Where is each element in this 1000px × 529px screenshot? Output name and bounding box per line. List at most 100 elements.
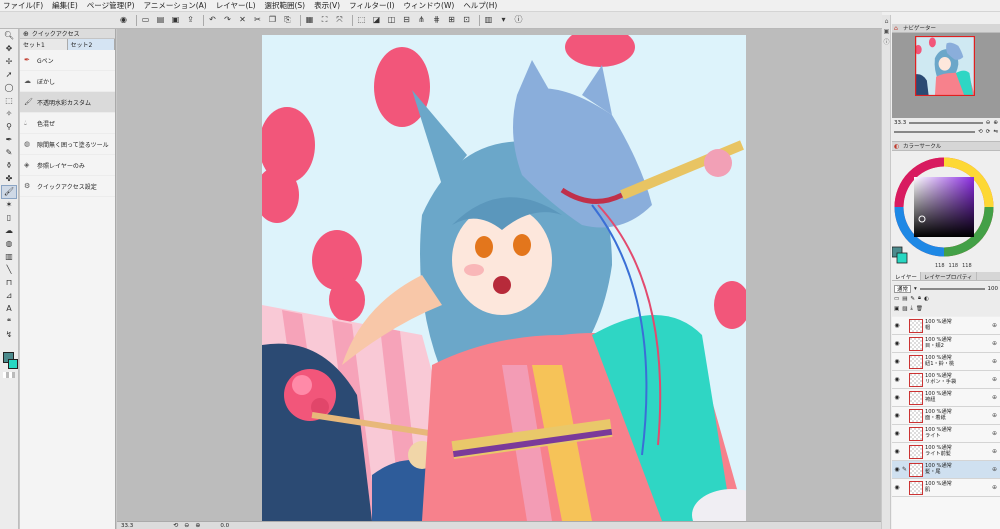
lock-icon[interactable]: ⊕ — [992, 430, 997, 437]
val-value[interactable]: 118 — [962, 263, 972, 269]
move-tool-icon[interactable]: ✢ — [2, 56, 16, 68]
frame-tool-icon[interactable]: ⊓ — [2, 277, 16, 289]
menu-selection[interactable]: 選択範囲(S) — [265, 0, 306, 11]
zoom-out-icon[interactable]: ⊖ — [986, 120, 991, 126]
draft-icon[interactable]: ✎ — [910, 296, 915, 302]
lock-icon[interactable]: ⊕ — [992, 484, 997, 491]
navigator-thumbnail[interactable] — [915, 36, 975, 96]
mask-icon[interactable]: ◐ — [924, 296, 929, 302]
eye-icon[interactable]: ◉ — [892, 484, 902, 491]
lock-icon[interactable]: ⊕ — [992, 466, 997, 473]
open-file-icon[interactable]: ▤ — [155, 15, 166, 26]
rotate-icon[interactable]: ⟲ — [173, 522, 178, 529]
tab-set1[interactable]: セット1 — [20, 39, 68, 50]
eye-icon[interactable]: ◉ — [892, 412, 902, 419]
layer-row[interactable]: ◉ 100 %通常 リボン・手袋 ⊕ — [892, 371, 1000, 389]
deselect-icon[interactable]: ⛶ — [319, 15, 330, 26]
redo-icon[interactable]: ↷ — [222, 15, 233, 26]
layer-row[interactable]: ◉ 100 %通常帽 ⊕ — [892, 317, 1000, 335]
canvas-area[interactable] — [117, 29, 881, 521]
cut-icon[interactable]: ✂ — [252, 15, 263, 26]
subview-icon[interactable]: ▣ — [883, 27, 890, 35]
status-zoom[interactable]: 33.3 — [121, 523, 133, 529]
rotate-left-icon[interactable]: ⟲ — [978, 129, 983, 135]
opacity-value[interactable]: 100 — [988, 286, 999, 292]
tab-layer[interactable]: レイヤー — [892, 272, 921, 281]
blend-mode-select[interactable]: 通常 — [894, 284, 912, 293]
brush-tool-icon[interactable]: ⚱ — [2, 160, 16, 172]
color-profile-icon[interactable]: ▥ — [483, 15, 494, 26]
ruler-tool-icon[interactable]: ⊿ — [2, 290, 16, 302]
new-layer-icon[interactable]: ▣ — [894, 306, 899, 312]
menu-help[interactable]: ヘルプ(H) — [463, 0, 497, 11]
hue-value[interactable]: 118 — [935, 263, 945, 269]
menu-view[interactable]: 表示(V) — [314, 0, 340, 11]
eye-icon[interactable]: ◉ — [892, 430, 902, 437]
ruler-icon[interactable]: ⊟ — [401, 15, 412, 26]
clear-icon[interactable]: ✕ — [237, 15, 248, 26]
qa-item-opaque-watercolor[interactable]: 🖌︎ 不透明水彩カスタム — [20, 92, 115, 113]
correct-line-tool-icon[interactable]: ↯ — [2, 329, 16, 341]
pen-tool-icon[interactable]: ✒ — [2, 134, 16, 146]
snap-special-icon[interactable]: ⊡ — [461, 15, 472, 26]
menu-edit[interactable]: 編集(E) — [52, 0, 78, 11]
menu-file[interactable]: ファイル(F) — [3, 0, 43, 11]
show-selection-icon[interactable]: ◫ — [386, 15, 397, 26]
select-all-icon[interactable]: ⬚ — [356, 15, 367, 26]
fill-icon[interactable]: ▦ — [304, 15, 315, 26]
eye-icon[interactable]: ◉ — [892, 322, 902, 329]
new-folder-icon[interactable]: ▨ — [902, 306, 907, 312]
layer-row[interactable]: ◉ 100 %通常 袴紐 ⊕ — [892, 389, 1000, 407]
eye-icon[interactable]: ◉ — [118, 15, 129, 26]
zoom-tool-icon[interactable]: 🔍︎ — [2, 30, 16, 42]
menu-page[interactable]: ページ管理(P) — [87, 0, 135, 11]
snap-icon[interactable]: ⋔ — [416, 15, 427, 26]
wand-tool-icon[interactable]: ✧ — [2, 108, 16, 120]
lock-icon[interactable]: ⊕ — [992, 322, 997, 329]
marquee-tool-icon[interactable]: ⬚ — [2, 95, 16, 107]
zoom-out-icon[interactable]: ⊖ — [184, 522, 189, 529]
info-icon[interactable]: ⓘ — [513, 15, 524, 26]
lock-icon[interactable]: ⊕ — [992, 340, 997, 347]
rotate-slider[interactable] — [894, 131, 976, 133]
navigator-icon[interactable]: ⌂ — [883, 17, 890, 25]
layer-row[interactable]: ◉ 100 %通常 紐1・鈴・桃 ⊕ — [892, 353, 1000, 371]
layer-row[interactable]: ◉ 100 %通常 ライト ⊕ — [892, 425, 1000, 443]
nav-zoom-value[interactable]: 33.3 — [894, 120, 906, 126]
operation-tool-icon[interactable]: ➚ — [2, 69, 16, 81]
save-icon[interactable]: ▣ — [170, 15, 181, 26]
watercolor-tool-icon[interactable]: 🖌︎ — [1, 185, 17, 199]
chevron-down-icon[interactable]: ▾ — [498, 15, 509, 26]
layer-row[interactable]: ◉ 100 %通常肌 ⊕ — [892, 479, 1000, 497]
shape-tool-icon[interactable]: ╲ — [2, 264, 16, 276]
rotate-right-icon[interactable]: ⟳ — [986, 129, 991, 135]
lock-icon[interactable]: ⊕ — [992, 376, 997, 383]
layer-row-selected[interactable]: ◉ ✎ 100 %通常 髪・尾 ⊕ — [892, 461, 1000, 479]
eyedropper-tool-icon[interactable]: ⚲ — [2, 121, 16, 133]
blend-tool-icon[interactable]: ☁ — [2, 225, 16, 237]
ref-layer-icon[interactable]: ▤ — [902, 296, 907, 302]
menu-filter[interactable]: フィルター(I) — [349, 0, 394, 11]
lock-icon[interactable]: ⊕ — [992, 412, 997, 419]
decoration-tool-icon[interactable]: ✶ — [2, 199, 16, 211]
text-tool-icon[interactable]: A — [2, 303, 16, 315]
hand-tool-icon[interactable]: ✥ — [2, 43, 16, 55]
invert-selection-icon[interactable]: ◪ — [371, 15, 382, 26]
lock-icon[interactable]: ⊕ — [992, 394, 997, 401]
pencil-tool-icon[interactable]: ✎ — [2, 147, 16, 159]
snap-ruler-icon[interactable]: ⋕ — [431, 15, 442, 26]
layer-row[interactable]: ◉ 100 %通常 面・着紙 ⊕ — [892, 407, 1000, 425]
tab-layer-property[interactable]: レイヤープロパティ — [921, 272, 977, 281]
balloon-tool-icon[interactable]: ❝ — [2, 316, 16, 328]
eye-icon[interactable]: ◉ — [892, 340, 902, 347]
snap-grid-icon[interactable]: ⊞ — [446, 15, 457, 26]
transform-icon[interactable]: ⤧ — [334, 15, 345, 26]
trash-icon[interactable]: 🗑︎ — [916, 306, 923, 312]
qa-item-settings[interactable]: ⚙ クイックアクセス設定 — [20, 176, 115, 197]
layer-row[interactable]: ◉ 100 %通常 目・頬2 ⊕ — [892, 335, 1000, 353]
fill-tool-icon[interactable]: ◍ — [2, 238, 16, 250]
qa-item-reference-layer[interactable]: ◈ 参照レイヤーのみ — [20, 155, 115, 176]
sat-value[interactable]: 118 — [949, 263, 959, 269]
lock-icon[interactable]: ⊕ — [992, 358, 997, 365]
airbrush-tool-icon[interactable]: ✤ — [2, 173, 16, 185]
